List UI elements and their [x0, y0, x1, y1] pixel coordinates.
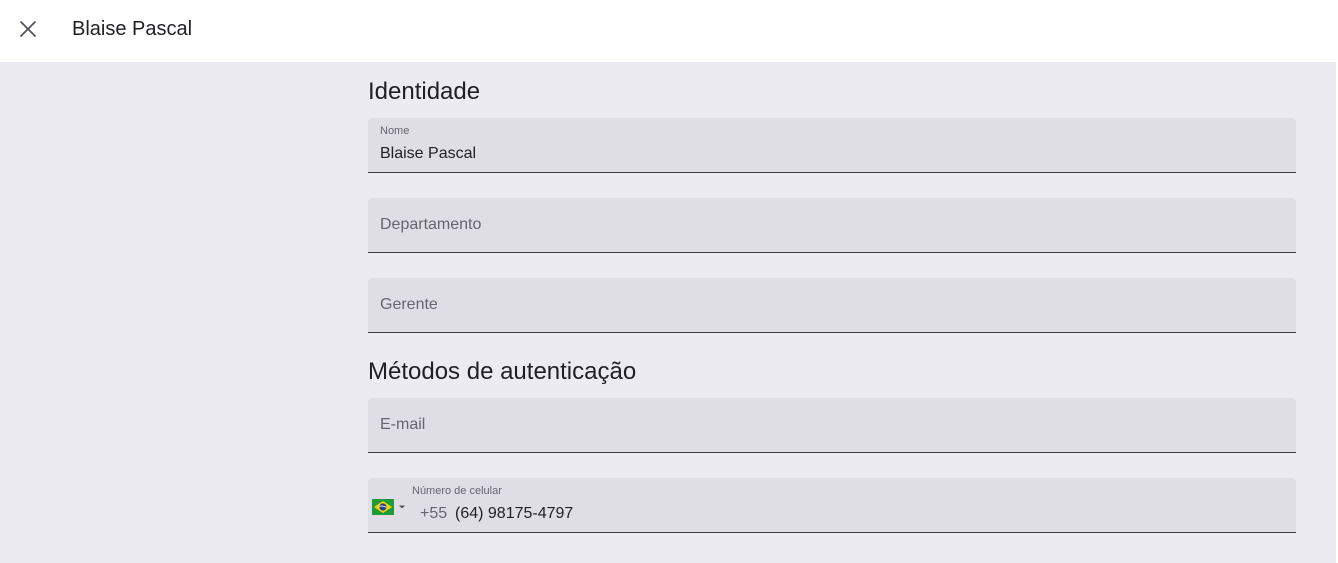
name-field-value: Blaise Pascal [380, 145, 477, 162]
main-content: Identidade Nome Blaise Pascal Departamen… [0, 62, 1338, 563]
manager-field-placeholder: Gerente [380, 296, 438, 313]
page-title: Blaise Pascal [72, 18, 193, 40]
close-button[interactable] [14, 15, 42, 43]
name-field-label: Nome [380, 125, 410, 137]
phone-field-value: (64) 98175-4797 [455, 505, 574, 522]
department-field-placeholder: Departamento [380, 216, 482, 233]
section-title-auth-methods: Métodos de autenticação [368, 358, 637, 385]
manager-field[interactable]: Gerente [368, 278, 1296, 333]
name-field[interactable]: Nome Blaise Pascal [368, 118, 1296, 173]
phone-country-code: +55 [420, 505, 448, 522]
email-field[interactable]: E-mail [368, 398, 1296, 453]
close-icon [20, 21, 36, 37]
country-selector[interactable] [372, 498, 408, 516]
department-field[interactable]: Departamento [368, 198, 1296, 253]
app-header: Blaise Pascal [0, 0, 1338, 62]
section-title-identity: Identidade [368, 78, 481, 105]
email-field-placeholder: E-mail [380, 416, 426, 433]
chevron-down-icon [399, 505, 405, 509]
phone-field-label: Número de celular [412, 485, 502, 497]
brazil-flag-icon [372, 499, 394, 515]
phone-field[interactable]: Número de celular +55 (64) 98175-4797 [368, 478, 1296, 533]
